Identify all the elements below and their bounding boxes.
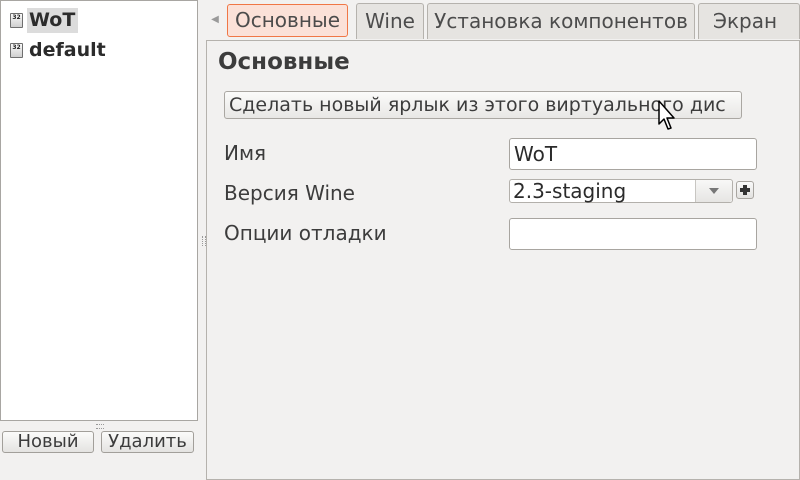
chevron-down-icon <box>709 188 719 194</box>
prefix-list-item[interactable]: 32 default <box>10 37 109 63</box>
tab-wine[interactable]: Wine <box>356 3 424 39</box>
wine-version-label: Версия Wine <box>224 181 355 205</box>
tab-general[interactable]: Основные <box>227 4 348 37</box>
wine-version-combo[interactable]: 2.3-staging <box>509 179 733 203</box>
new-prefix-button[interactable]: Новый <box>2 431 94 453</box>
page-title: Основные <box>218 49 350 75</box>
mouse-pointer-icon <box>658 100 675 130</box>
combo-dropdown-button[interactable] <box>695 180 732 202</box>
delete-prefix-button[interactable]: Удалить <box>101 431 194 453</box>
prefix-item-label: default <box>29 38 106 61</box>
debug-options-label: Опции отладки <box>224 221 387 245</box>
prefix-item-label: WoT <box>27 7 79 33</box>
debug-options-input[interactable] <box>509 218 757 250</box>
wine-version-value: 2.3-staging <box>513 179 627 203</box>
plus-icon <box>740 185 750 195</box>
tab-scroll-left-icon[interactable]: ◀ <box>210 10 220 30</box>
wine-bottle-32-icon: 32 <box>10 12 23 28</box>
prefix-list[interactable] <box>0 0 198 421</box>
prefix-list-item[interactable]: 32 WoT <box>10 7 79 33</box>
add-wine-version-button[interactable] <box>736 181 754 199</box>
wine-bottle-32-icon: 32 <box>10 42 23 58</box>
tab-display[interactable]: Экран <box>698 3 800 39</box>
vertical-resize-grip[interactable] <box>96 424 104 429</box>
tab-install-components[interactable]: Установка компонентов <box>427 3 695 39</box>
name-input[interactable]: WoT <box>509 138 757 170</box>
name-label: Имя <box>224 141 267 165</box>
